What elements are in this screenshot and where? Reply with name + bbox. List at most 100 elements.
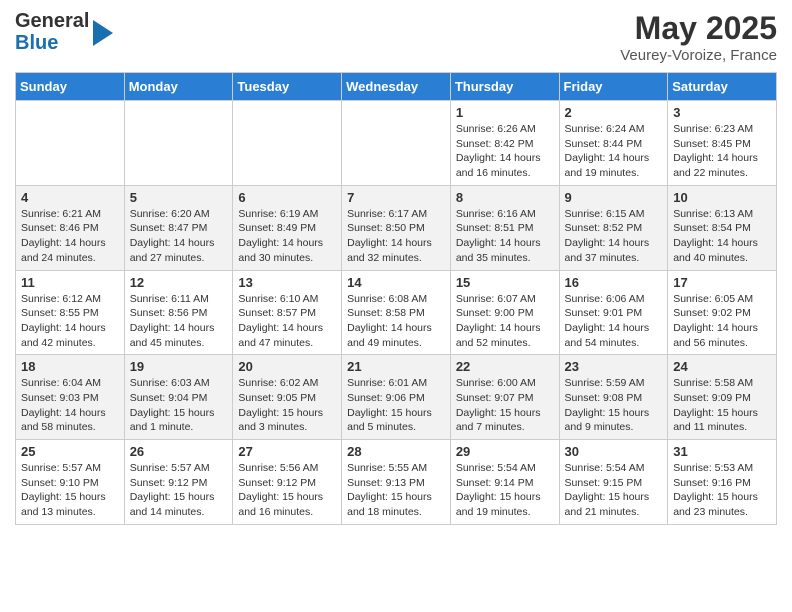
table-row: 21 Sunrise: 6:01 AMSunset: 9:06 PMDayligh… [342,355,451,440]
col-tuesday: Tuesday [233,73,342,101]
table-row: 29Sunrise: 5:54 AMSunset: 9:14 PMDayligh… [450,440,559,525]
day-number: 1 [456,105,554,120]
day-info: Sunrise: 6:07 AMSunset: 9:00 PMDaylight:… [456,292,554,351]
table-row: 8 Sunrise: 6:16 AMSunset: 8:51 PMDaylight… [450,185,559,270]
table-row: 28 Sunrise: 5:55 AMSunset: 9:13 PMDayligh… [342,440,451,525]
table-row: 11 Sunrise: 6:12 AMSunset: 8:55 PMDayligh… [16,270,125,355]
day-number: 30 [565,444,663,459]
table-row: 22Sunrise: 6:00 AMSunset: 9:07 PMDayligh… [450,355,559,440]
table-row: 13 Sunrise: 6:10 AMSunset: 8:57 PMDayligh… [233,270,342,355]
day-info: Sunrise: 5:54 AMSunset: 9:14 PMDaylight:… [456,461,554,520]
day-info: Sunrise: 6:06 AMSunset: 9:01 PMDaylight:… [565,292,663,351]
table-row: 14Sunrise: 6:08 AMSunset: 8:58 PMDayligh… [342,270,451,355]
day-info: Sunrise: 5:56 AMSunset: 9:12 PMDaylight:… [238,461,336,520]
table-row [16,101,125,186]
day-number: 28 [347,444,445,459]
day-number: 22 [456,359,554,374]
day-number: 8 [456,190,554,205]
day-info: Sunrise: 5:58 AMSunset: 9:09 PMDaylight:… [673,376,771,435]
table-row: 6Sunrise: 6:19 AMSunset: 8:49 PMDaylight… [233,185,342,270]
day-number: 31 [673,444,771,459]
day-number: 17 [673,275,771,290]
table-row: 2 Sunrise: 6:24 AMSunset: 8:44 PMDaylight… [559,101,668,186]
day-number: 12 [130,275,228,290]
day-number: 11 [21,275,119,290]
day-number: 15 [456,275,554,290]
day-number: 25 [21,444,119,459]
table-row: 12 Sunrise: 6:11 AMSunset: 8:56 PMDayligh… [124,270,233,355]
table-row: 24 Sunrise: 5:58 AMSunset: 9:09 PMDayligh… [668,355,777,440]
table-row: 26Sunrise: 5:57 AMSunset: 9:12 PMDayligh… [124,440,233,525]
day-info: Sunrise: 6:20 AMSunset: 8:47 PMDaylight:… [130,207,228,266]
day-info: Sunrise: 6:12 AMSunset: 8:55 PMDaylight:… [21,292,119,351]
day-info: Sunrise: 6:23 AMSunset: 8:45 PMDaylight:… [673,122,771,181]
day-info: Sunrise: 6:16 AMSunset: 8:51 PMDaylight:… [456,207,554,266]
table-row: 25 Sunrise: 5:57 AMSunset: 9:10 PMDayligh… [16,440,125,525]
table-row [124,101,233,186]
calendar-week-row: 18 Sunrise: 6:04 AMSunset: 9:03 PMDayligh… [16,355,777,440]
table-row: 10 Sunrise: 6:13 AMSunset: 8:54 PMDayligh… [668,185,777,270]
table-row [233,101,342,186]
day-number: 10 [673,190,771,205]
day-info: Sunrise: 6:21 AMSunset: 8:46 PMDaylight:… [21,207,119,266]
table-row: 19 Sunrise: 6:03 AMSunset: 9:04 PMDayligh… [124,355,233,440]
day-info: Sunrise: 6:11 AMSunset: 8:56 PMDaylight:… [130,292,228,351]
day-number: 27 [238,444,336,459]
logo-blue: Blue [15,32,89,54]
day-info: Sunrise: 6:17 AMSunset: 8:50 PMDaylight:… [347,207,445,266]
day-info: Sunrise: 5:54 AMSunset: 9:15 PMDaylight:… [565,461,663,520]
logo: General Blue [15,10,113,54]
day-number: 21 [347,359,445,374]
day-number: 20 [238,359,336,374]
table-row: 9Sunrise: 6:15 AMSunset: 8:52 PMDaylight… [559,185,668,270]
table-row: 27 Sunrise: 5:56 AMSunset: 9:12 PMDayligh… [233,440,342,525]
col-thursday: Thursday [450,73,559,101]
day-number: 2 [565,105,663,120]
calendar-header-row: Sunday Monday Tuesday Wednesday Thursday… [16,73,777,101]
day-info: Sunrise: 5:53 AMSunset: 9:16 PMDaylight:… [673,461,771,520]
day-number: 18 [21,359,119,374]
calendar-week-row: 11 Sunrise: 6:12 AMSunset: 8:55 PMDayligh… [16,270,777,355]
day-number: 16 [565,275,663,290]
day-number: 14 [347,275,445,290]
calendar-week-row: 25 Sunrise: 5:57 AMSunset: 9:10 PMDayligh… [16,440,777,525]
table-row: 31 Sunrise: 5:53 AMSunset: 9:16 PMDayligh… [668,440,777,525]
day-number: 13 [238,275,336,290]
day-info: Sunrise: 6:04 AMSunset: 9:03 PMDaylight:… [21,376,119,435]
logo-general: General [15,10,89,32]
page: General Blue May 2025 Veurey-Voroize, Fr… [0,0,792,540]
day-number: 9 [565,190,663,205]
col-wednesday: Wednesday [342,73,451,101]
day-number: 19 [130,359,228,374]
day-info: Sunrise: 5:55 AMSunset: 9:13 PMDaylight:… [347,461,445,520]
calendar-table: Sunday Monday Tuesday Wednesday Thursday… [15,72,777,525]
calendar-week-row: 4Sunrise: 6:21 AMSunset: 8:46 PMDaylight… [16,185,777,270]
table-row: 1Sunrise: 6:26 AMSunset: 8:42 PMDaylight… [450,101,559,186]
col-monday: Monday [124,73,233,101]
table-row [342,101,451,186]
table-row: 5 Sunrise: 6:20 AMSunset: 8:47 PMDaylight… [124,185,233,270]
day-info: Sunrise: 6:10 AMSunset: 8:57 PMDaylight:… [238,292,336,351]
table-row: 17 Sunrise: 6:05 AMSunset: 9:02 PMDayligh… [668,270,777,355]
day-number: 24 [673,359,771,374]
day-info: Sunrise: 6:19 AMSunset: 8:49 PMDaylight:… [238,207,336,266]
day-number: 5 [130,190,228,205]
table-row: 16 Sunrise: 6:06 AMSunset: 9:01 PMDayligh… [559,270,668,355]
day-info: Sunrise: 5:57 AMSunset: 9:10 PMDaylight:… [21,461,119,520]
day-info: Sunrise: 6:24 AMSunset: 8:44 PMDaylight:… [565,122,663,181]
day-info: Sunrise: 6:05 AMSunset: 9:02 PMDaylight:… [673,292,771,351]
day-number: 23 [565,359,663,374]
table-row: 7Sunrise: 6:17 AMSunset: 8:50 PMDaylight… [342,185,451,270]
calendar-week-row: 1Sunrise: 6:26 AMSunset: 8:42 PMDaylight… [16,101,777,186]
day-info: Sunrise: 6:03 AMSunset: 9:04 PMDaylight:… [130,376,228,435]
col-sunday: Sunday [16,73,125,101]
title-block: May 2025 Veurey-Voroize, France [620,10,777,64]
table-row: 20 Sunrise: 6:02 AMSunset: 9:05 PMDayligh… [233,355,342,440]
day-info: Sunrise: 6:13 AMSunset: 8:54 PMDaylight:… [673,207,771,266]
col-saturday: Saturday [668,73,777,101]
location: Veurey-Voroize, France [620,47,777,64]
month-year: May 2025 [620,10,777,47]
day-info: Sunrise: 6:01 AMSunset: 9:06 PMDaylight:… [347,376,445,435]
day-info: Sunrise: 6:02 AMSunset: 9:05 PMDaylight:… [238,376,336,435]
day-info: Sunrise: 5:59 AMSunset: 9:08 PMDaylight:… [565,376,663,435]
